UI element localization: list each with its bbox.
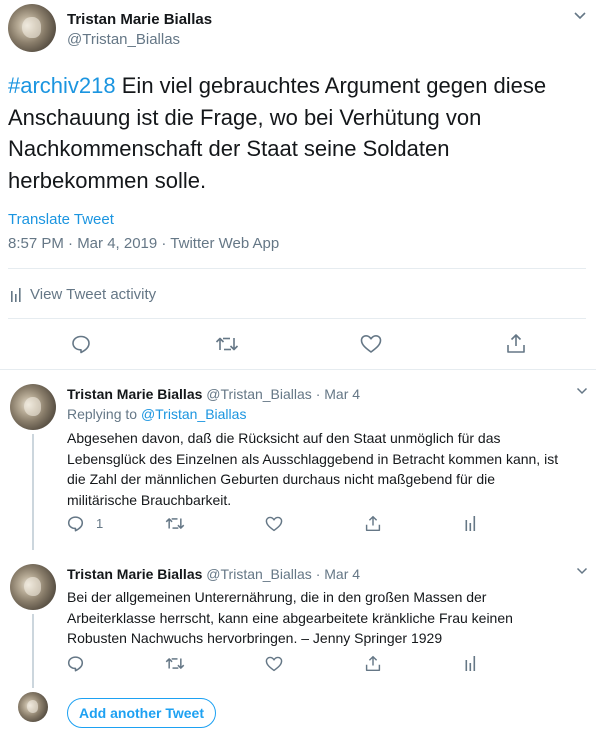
avatar[interactable]: [10, 564, 56, 610]
thread-line: [32, 434, 34, 550]
author-name[interactable]: Tristan Marie Biallas: [67, 386, 202, 402]
share-icon[interactable]: [506, 333, 526, 354]
replying-to-handle-link[interactable]: @Tristan_Biallas: [141, 406, 247, 422]
author-name[interactable]: Tristan Marie Biallas: [67, 11, 212, 28]
reply-button[interactable]: 1: [67, 515, 103, 532]
add-another-tweet-button[interactable]: Add another Tweet: [67, 698, 216, 728]
author-handle[interactable]: @Tristan_Biallas: [206, 386, 312, 402]
analytics-icon[interactable]: [465, 516, 476, 531]
chevron-down-icon[interactable]: [573, 11, 587, 21]
like-icon[interactable]: [360, 334, 382, 354]
like-icon[interactable]: [265, 656, 283, 672]
thread-line: [32, 614, 34, 688]
analytics-icon: [10, 287, 22, 302]
tweet-text: #archiv218 Ein viel gebrauchtes Argument…: [8, 73, 547, 193]
chevron-down-icon[interactable]: [576, 567, 588, 576]
reply-icon[interactable]: [71, 334, 91, 354]
avatar: [18, 692, 48, 722]
divider: [8, 268, 586, 269]
divider: [0, 369, 596, 370]
author-handle[interactable]: @Tristan_Biallas: [67, 31, 180, 48]
tweet-timestamp[interactable]: 8:57 PM · Mar 4, 2019 · Twitter Web App: [8, 235, 279, 252]
reply-text: Abgesehen davon, daß die Rücksicht auf d…: [67, 430, 559, 508]
tweet-date[interactable]: · Mar 4: [316, 386, 360, 402]
replying-to: Replying to @Tristan_Biallas: [67, 406, 247, 422]
analytics-icon[interactable]: [465, 656, 476, 671]
translate-tweet-link[interactable]: Translate Tweet: [8, 211, 114, 228]
reply-icon[interactable]: [67, 655, 84, 672]
reply-text: Bei der allgemeinen Unterernährung, die …: [67, 589, 513, 646]
retweet-icon[interactable]: [215, 335, 239, 353]
avatar[interactable]: [10, 384, 56, 430]
hashtag-link[interactable]: #archiv218: [8, 73, 116, 98]
reply-header: Tristan Marie Biallas @Tristan_Biallas ·…: [67, 386, 360, 402]
share-icon[interactable]: [365, 515, 381, 532]
like-icon[interactable]: [265, 516, 283, 532]
retweet-icon[interactable]: [165, 516, 185, 531]
author-name[interactable]: Tristan Marie Biallas: [67, 566, 202, 582]
view-activity-link[interactable]: View Tweet activity: [10, 286, 156, 303]
divider: [8, 318, 586, 319]
retweet-icon[interactable]: [165, 656, 185, 671]
reply-count: 1: [96, 516, 104, 531]
view-activity-label: View Tweet activity: [30, 286, 157, 303]
reply-header: Tristan Marie Biallas @Tristan_Biallas ·…: [67, 566, 360, 582]
share-icon[interactable]: [365, 655, 381, 672]
tweet-date[interactable]: · Mar 4: [316, 566, 360, 582]
avatar[interactable]: [8, 4, 56, 52]
author-handle[interactable]: @Tristan_Biallas: [206, 566, 312, 582]
reply-icon: [67, 515, 84, 532]
chevron-down-icon[interactable]: [576, 387, 588, 396]
